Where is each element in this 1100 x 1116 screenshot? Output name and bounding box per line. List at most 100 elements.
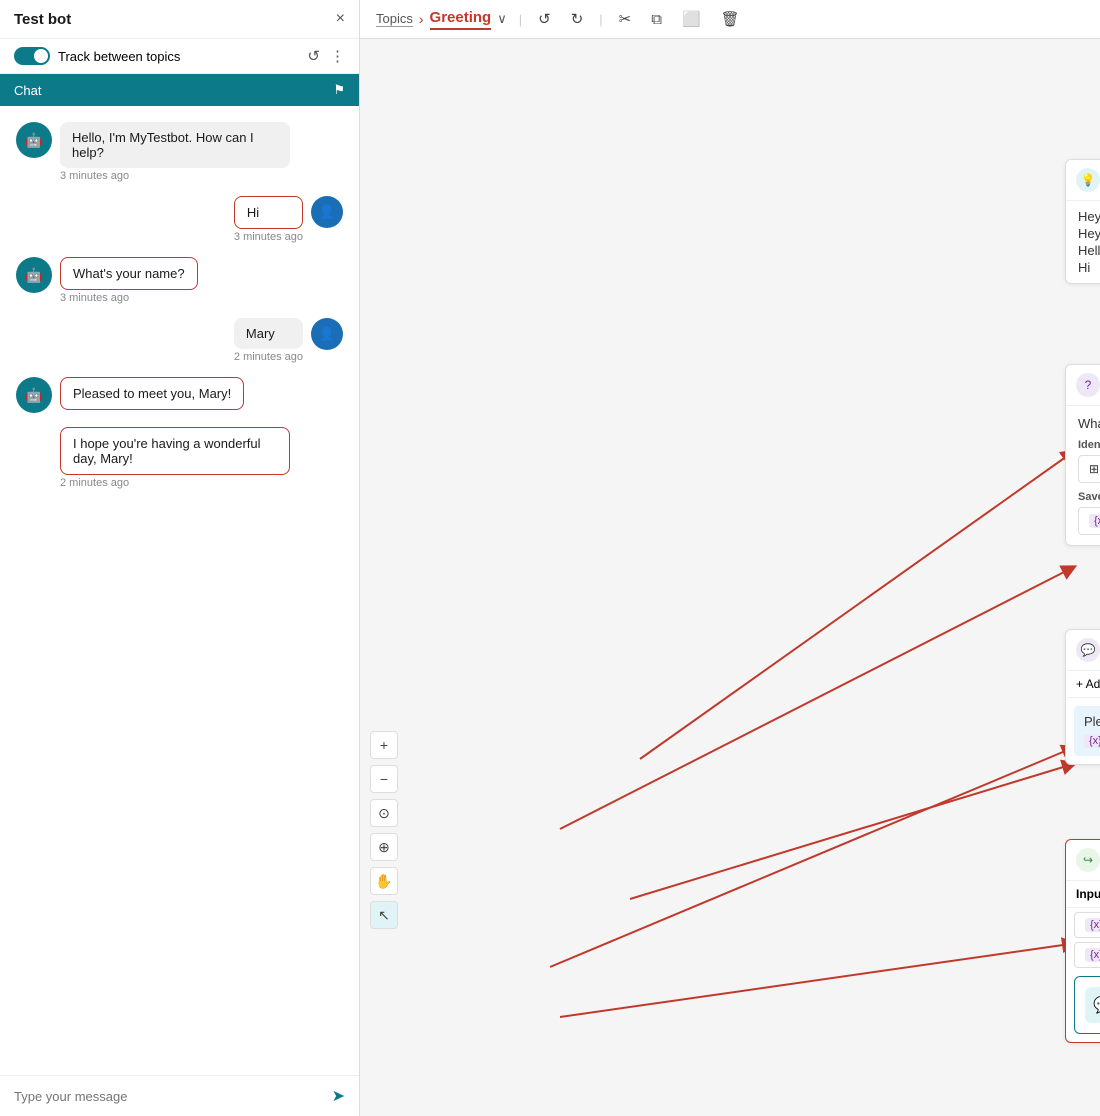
message-icon: 💬 xyxy=(1076,638,1100,662)
track-toggle[interactable] xyxy=(14,47,50,65)
bubble-wrap: Mary 2 minutes ago xyxy=(234,318,303,363)
var-badge: {x} xyxy=(1089,514,1100,528)
reset-view-button[interactable]: ⊙ xyxy=(370,799,398,827)
zoom-in-button[interactable]: + xyxy=(370,731,398,759)
user-avatar: 👤 xyxy=(311,318,343,350)
bot-avatar: 🤖 xyxy=(16,377,52,413)
zoom-controls: + − ⊙ ⊕ ✋ ↖ xyxy=(370,731,398,929)
time-label: 3 minutes ago xyxy=(234,231,303,243)
message-row: 👤 Hi 3 minutes ago xyxy=(16,196,343,243)
cut-button[interactable]: ✂ xyxy=(615,8,636,30)
fit-view-button[interactable]: ⊕ xyxy=(370,833,398,861)
panel-header: Test bot × xyxy=(0,0,359,39)
send-icon[interactable]: ➤ xyxy=(332,1086,345,1106)
more-icon[interactable]: ⋮ xyxy=(330,47,345,65)
time-label: 3 minutes ago xyxy=(60,170,290,182)
canvas-arrows xyxy=(360,39,1100,1089)
node-header: ? Question Text ∨ ⋮ xyxy=(1066,365,1100,406)
identify-row[interactable]: ⊞ Person name › xyxy=(1078,455,1100,483)
bot-bubble: Hello, I'm MyTestbot. How can I help? xyxy=(60,122,290,168)
pan-button[interactable]: ✋ xyxy=(370,867,398,895)
redo-button[interactable]: ↻ xyxy=(567,8,588,30)
message-row: 🤖 Hello, I'm MyTestbot. How can I help? … xyxy=(16,122,343,182)
input-row-source[interactable]: {x} UserName string › xyxy=(1074,942,1100,968)
chat-tab-flag: ⚑ xyxy=(333,82,345,98)
bot-bubble: I hope you're having a wonderful day, Ma… xyxy=(60,427,290,475)
refresh-icon[interactable]: ↺ xyxy=(307,47,320,65)
topics-link[interactable]: Topics xyxy=(376,11,413,27)
question-text: What's your name? xyxy=(1078,416,1100,431)
input-row-1[interactable]: {x} userName string = xyxy=(1074,912,1100,938)
bot-avatar: 🤖 xyxy=(16,122,52,158)
add-content-button[interactable]: + Add ∨ xyxy=(1076,677,1100,691)
toolbar-separator: | xyxy=(519,12,522,27)
paste-button[interactable]: ⬜ xyxy=(678,8,705,30)
phrase-3: Hello xyxy=(1078,243,1100,258)
phrase-1: Hey there xyxy=(1078,209,1100,224)
inputs-label: Inputs (1) xyxy=(1076,887,1100,901)
message-row: 🤖 Pleased to meet you, Mary! xyxy=(16,377,343,413)
redirect-icon: ↪ xyxy=(1076,848,1100,872)
time-label: 2 minutes ago xyxy=(60,477,290,489)
time-label: 2 minutes ago xyxy=(234,351,303,363)
phrase-2: Hey xyxy=(1078,226,1100,241)
breadcrumb-separator: › xyxy=(419,11,424,27)
node-header: 💬 Message Text ∨ ⋮ xyxy=(1066,630,1100,671)
select-button[interactable]: ↖ xyxy=(370,901,398,929)
message-row: 🤖 I hope you're having a wonderful day, … xyxy=(16,427,343,489)
save-label: Save response as xyxy=(1078,491,1100,503)
var-badge: {x} xyxy=(1084,734,1100,748)
close-button[interactable]: × xyxy=(336,10,345,28)
bubble-wrap: Hi 3 minutes ago xyxy=(234,196,303,243)
chat-input[interactable] xyxy=(14,1089,332,1104)
bubble-wrap: What's your name? 3 minutes ago xyxy=(60,257,198,304)
phrase-4: Hi xyxy=(1078,260,1100,275)
track-label: Track between topics xyxy=(58,49,180,64)
chat-tab[interactable]: Chat ⚑ xyxy=(0,74,359,106)
save-row[interactable]: {x} UserName string › xyxy=(1078,507,1100,535)
bot-bubble: Pleased to meet you, Mary! xyxy=(60,377,244,410)
message-row: 👤 Mary 2 minutes ago xyxy=(16,318,343,363)
chat-area: 🤖 Hello, I'm MyTestbot. How can I help? … xyxy=(0,106,359,1075)
message-var-row: {x} UserName string ! xyxy=(1084,733,1100,748)
toolbar-separator: | xyxy=(599,12,602,27)
canvas-area[interactable]: 💡 Trigger Phrases (4) ⋮ Hey there Hey He… xyxy=(360,39,1100,1116)
copy-button[interactable]: ⧉ xyxy=(647,9,666,30)
inputs-header: Inputs (1) + Add input xyxy=(1066,881,1100,908)
node-header: 💡 Trigger Phrases (4) ⋮ xyxy=(1066,160,1100,201)
user-bubble: Mary xyxy=(234,318,303,349)
subheader-icons: ↺ ⋮ xyxy=(307,47,345,65)
trigger-icon: 💡 xyxy=(1076,168,1100,192)
panel-subheader: Track between topics ↺ ⋮ xyxy=(0,39,359,74)
var-badge: {x} xyxy=(1085,918,1100,932)
user-avatar: 👤 xyxy=(311,196,343,228)
question-body: What's your name? Identify ⊞ Person name… xyxy=(1066,406,1100,545)
panel-title: Test bot xyxy=(14,11,71,28)
canvas-inner: 💡 Trigger Phrases (4) ⋮ Hey there Hey He… xyxy=(360,39,1100,1089)
message-text: Pleased to meet you, xyxy=(1084,714,1100,729)
breadcrumb-current[interactable]: Greeting xyxy=(430,9,492,30)
undo-button[interactable]: ↺ xyxy=(534,8,555,30)
identify-icon: ⊞ xyxy=(1089,462,1099,476)
delete-button[interactable]: 🗑 xyxy=(717,8,744,30)
right-panel: Topics › Greeting ∨ | ↺ ↻ | ✂ ⧉ ⬜ 🗑 xyxy=(360,0,1100,1116)
message-node: 💬 Message Text ∨ ⋮ + Add ∨ B I ≡ ≔ {x} xyxy=(1065,629,1100,765)
breadcrumb: Topics › Greeting ∨ xyxy=(376,9,507,30)
time-label: 3 minutes ago xyxy=(60,292,198,304)
user-bubble: Hi xyxy=(234,196,303,229)
talk-section: 💬 Talk to Customer View topic xyxy=(1074,976,1100,1034)
message-toolbar: + Add ∨ B I ≡ ≔ {x} xyxy=(1066,671,1100,698)
toolbar: Topics › Greeting ∨ | ↺ ↻ | ✂ ⧉ ⬜ 🗑 xyxy=(360,0,1100,39)
bubble-wrap: Hello, I'm MyTestbot. How can I help? 3 … xyxy=(60,122,290,182)
message-body: Pleased to meet you, {x} UserName string… xyxy=(1074,706,1100,756)
question-node: ? Question Text ∨ ⋮ What's your name? Id… xyxy=(1065,364,1100,546)
trigger-phrases: Hey there Hey Hello Hi xyxy=(1066,201,1100,283)
identify-label: Identify xyxy=(1078,439,1100,451)
zoom-out-button[interactable]: − xyxy=(370,765,398,793)
chevron-down-icon[interactable]: ∨ xyxy=(497,11,507,27)
bot-avatar: 🤖 xyxy=(16,257,52,293)
node-header: ↪ Redirect ⋮ xyxy=(1066,840,1100,881)
toggle-thumb xyxy=(34,49,48,63)
track-toggle-row: Track between topics xyxy=(14,47,180,65)
bubble-wrap: I hope you're having a wonderful day, Ma… xyxy=(60,427,290,489)
